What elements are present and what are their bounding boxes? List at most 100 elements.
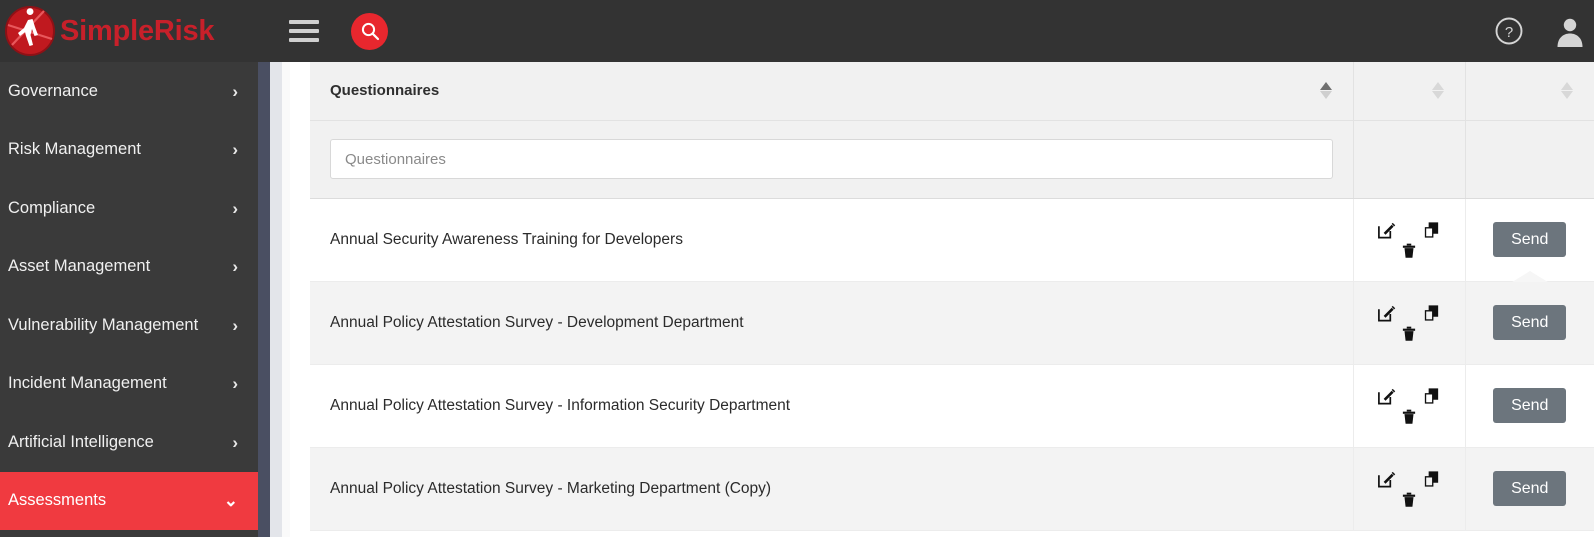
hamburger-menu-icon[interactable] [289,20,320,42]
chevron-right-icon: › [232,374,238,394]
action-icon-row-top [1354,386,1465,405]
send-button[interactable]: Send [1493,387,1567,424]
action-icon-row-top [1354,303,1465,322]
sort-asc-arrow-icon [1431,82,1444,91]
sort-indicator-questionnaires[interactable] [1319,80,1333,102]
questionnaires-table: Questionnaires Questionnaires Annual Sec… [310,62,1594,531]
sidebar-item-label: Governance [8,81,98,100]
sidebar-item-label: Asset Management [8,257,151,276]
row-actions [1354,282,1465,364]
sidebar-item-label: Incident Management [8,374,167,393]
sort-indicator-actions[interactable] [1431,80,1445,102]
sort-desc-arrow-icon [1319,91,1332,100]
table-row[interactable]: Annual Policy Attestation Survey - Devel… [310,281,1594,365]
action-icon-row-bottom [1354,241,1465,259]
send-cell: Send [1465,281,1594,365]
send-cell: Send [1465,447,1594,531]
sidebar-item-label: Risk Management [8,140,141,159]
copy-duplicate-icon[interactable] [1422,220,1441,239]
filter-row [310,120,1594,199]
main-content: Questionnaires Questionnaires Annual Sec… [310,62,1594,537]
simplerisk-logo-icon [4,5,56,57]
copy-duplicate-icon[interactable] [1422,303,1441,322]
search-icon [361,22,379,41]
chevron-right-icon: › [232,432,238,452]
search-button[interactable] [351,12,389,50]
sort-desc-arrow-icon [1431,91,1444,100]
send-cell: Send [1465,198,1594,287]
chevron-right-icon: › [232,315,238,335]
sidebar-item-risk-management[interactable]: Risk Management › [0,121,258,180]
row-actions-cell [1353,281,1466,365]
sidebar-item-assessments[interactable]: Assessments ⌄ [0,471,258,530]
action-icon-row-bottom [1354,407,1465,425]
row-actions [1354,365,1465,447]
send-cell: Send [1465,364,1594,448]
column-header-send[interactable] [1465,62,1594,121]
edit-pencil-icon[interactable] [1377,469,1396,488]
action-icon-row-bottom [1354,324,1465,342]
questionnaire-name: Annual Policy Attestation Survey - Infor… [310,364,1354,448]
sidebar-item-asset-management[interactable]: Asset Management › [0,238,258,297]
edit-pencil-icon[interactable] [1377,303,1396,322]
sidebar-item-vulnerability-management[interactable]: Vulnerability Management › [0,296,258,355]
brand[interactable]: SimpleRisk [0,5,215,57]
brand-title-simple: Simple [60,14,154,47]
trash-delete-icon[interactable] [1400,241,1418,259]
sidebar-item-label: Assessments [8,491,107,510]
top-header-bar: SimpleRisk ? [0,0,1594,62]
action-icon-group [1354,303,1465,342]
table-row[interactable]: Annual Policy Attestation Survey - Infor… [310,364,1594,448]
send-button[interactable]: Send [1493,221,1567,258]
sidebar-item-label: Vulnerability Management [8,315,199,334]
trash-delete-icon[interactable] [1400,490,1418,508]
brand-title: SimpleRisk [60,14,215,48]
user-avatar-icon[interactable] [1554,15,1586,47]
table-row[interactable]: Annual Policy Attestation Survey - Marke… [310,447,1594,531]
copy-duplicate-icon[interactable] [1422,469,1441,488]
row-actions-cell [1353,364,1466,448]
brand-title-risk: Risk [153,14,215,47]
sidebar-item-label: Artificial Intelligence [8,432,154,451]
filter-cell-send [1465,120,1594,199]
sidebar-item-governance[interactable]: Governance › [0,62,258,121]
chevron-right-icon: › [232,257,238,277]
questionnaires-filter-input[interactable] [330,139,1333,179]
action-icon-group [1354,469,1465,508]
filter-cell-actions [1353,120,1466,199]
table-body: Annual Security Awareness Training for D… [310,198,1594,531]
action-icon-row-top [1354,220,1465,239]
table-row[interactable]: Annual Security Awareness Training for D… [310,198,1594,287]
column-header-actions[interactable] [1353,62,1466,121]
sidebar-scrollbar[interactable] [258,62,270,537]
row-actions-cell [1353,447,1466,531]
sort-asc-arrow-icon [1319,82,1332,91]
send-button[interactable]: Send [1493,470,1567,507]
sidebar-item-incident-management[interactable]: Incident Management › [0,355,258,414]
hamburger-bar [289,38,320,42]
topbar-right-actions: ? [1494,0,1594,62]
content-left-gutter [270,62,310,537]
sort-desc-arrow-icon [1561,91,1573,100]
sort-asc-arrow-icon [1561,82,1573,91]
filter-cell-questionnaires [310,120,1354,199]
table-header-row: Questionnaires [310,62,1594,121]
copy-duplicate-icon[interactable] [1422,386,1441,405]
send-button[interactable]: Send [1493,304,1567,341]
action-icon-group [1354,220,1465,259]
sort-indicator-send[interactable] [1560,80,1574,102]
column-header-questionnaires[interactable]: Questionnaires [310,62,1354,121]
help-circle-icon[interactable]: ? [1494,16,1524,46]
edit-pencil-icon[interactable] [1377,220,1396,239]
gutter-shade-outer [270,62,282,537]
sidebar-item-artificial-intelligence[interactable]: Artificial Intelligence › [0,413,258,472]
questionnaire-name: Annual Policy Attestation Survey - Marke… [310,447,1354,531]
trash-delete-icon[interactable] [1400,324,1418,342]
trash-delete-icon[interactable] [1400,407,1418,425]
chevron-right-icon: › [232,81,238,101]
column-header-label: Questionnaires [330,81,440,99]
svg-text:?: ? [1505,24,1513,41]
edit-pencil-icon[interactable] [1377,386,1396,405]
action-icon-row-bottom [1354,490,1465,508]
sidebar-item-compliance[interactable]: Compliance › [0,179,258,238]
